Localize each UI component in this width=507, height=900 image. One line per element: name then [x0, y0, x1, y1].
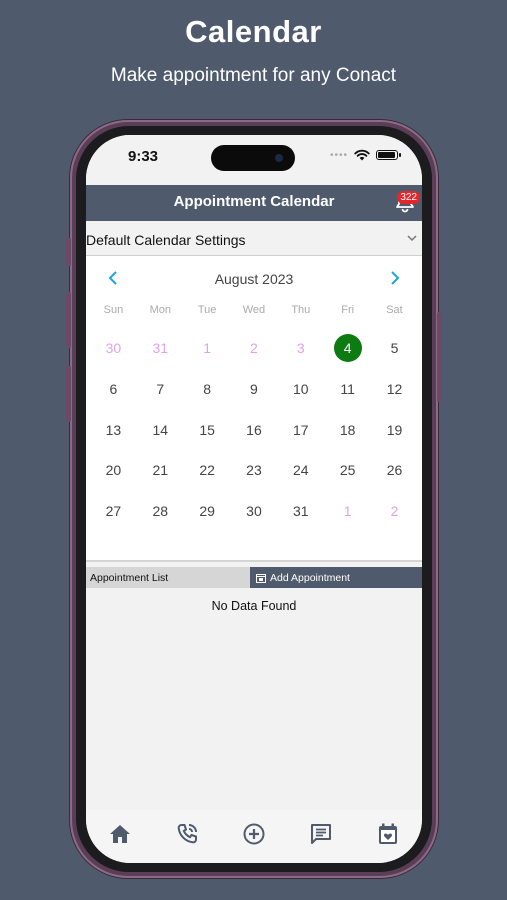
calendar-day[interactable]: 19 — [371, 416, 418, 444]
calendar-day[interactable]: 17 — [277, 416, 324, 444]
message-icon[interactable] — [309, 822, 333, 846]
phone-volume-down — [66, 366, 71, 422]
chevron-right-icon[interactable] — [388, 270, 402, 286]
phone-call-icon[interactable] — [175, 822, 199, 846]
calendar-day[interactable]: 25 — [324, 456, 371, 484]
promo-title: Calendar — [185, 14, 322, 49]
phone-power-button — [437, 312, 442, 402]
calendar-day[interactable]: 6 — [90, 375, 137, 403]
calendar-day[interactable]: 9 — [231, 375, 278, 403]
calendar-day[interactable]: 20 — [90, 456, 137, 484]
calendar-day[interactable]: 31 — [277, 497, 324, 525]
weekday-label: Wed — [242, 304, 266, 316]
calendar-day[interactable]: 29 — [184, 497, 231, 525]
calendar-day-selected[interactable]: 4 — [324, 334, 371, 363]
calendar: August 2023 Sun Mon Tue Wed Thu Fri Sat … — [86, 256, 422, 562]
add-appointment-label: Add Appointment — [270, 571, 350, 584]
calendar-day[interactable]: 11 — [324, 375, 371, 403]
status-time: 9:33 — [128, 148, 159, 165]
tab-add-appointment[interactable]: Add Appointment — [250, 567, 422, 588]
weekday-label: Sat — [386, 304, 403, 316]
app-header: Appointment Calendar 322 — [86, 185, 422, 221]
calendar-day[interactable]: 1 — [184, 334, 231, 362]
calendar-day[interactable]: 16 — [231, 416, 278, 444]
calendar-week: 13 14 15 16 17 18 19 — [90, 409, 418, 450]
calendar-day[interactable]: 26 — [371, 456, 418, 484]
calendar-day[interactable]: 1 — [324, 497, 371, 525]
month-label: August 2023 — [214, 271, 294, 287]
calendar-day[interactable]: 18 — [324, 416, 371, 444]
calendar-day[interactable]: 21 — [137, 456, 184, 484]
calendar-day[interactable]: 23 — [231, 456, 278, 484]
weekday-label: Tue — [197, 304, 217, 316]
appointment-tabs: Appointment List Add Appointment — [86, 567, 422, 588]
weekday-label: Fri — [341, 304, 355, 316]
calendar-settings-value: Default Calendar Settings — [86, 232, 246, 248]
calendar-day[interactable]: 2 — [371, 497, 418, 525]
calendar-grid: 30 31 1 2 3 4 5 6 7 8 9 10 11 12 13 14 1… — [90, 328, 418, 531]
calendar-day[interactable]: 27 — [90, 497, 137, 525]
calendar-day[interactable]: 10 — [277, 375, 324, 403]
add-circle-icon[interactable] — [242, 822, 266, 846]
calendar-week: 20 21 22 23 24 25 26 — [90, 450, 418, 491]
calendar-day[interactable]: 31 — [137, 334, 184, 362]
chevron-down-icon — [407, 235, 417, 242]
page-title: Appointment Calendar — [173, 193, 335, 210]
tab-appointment-list[interactable]: Appointment List — [86, 567, 250, 588]
weekday-label: Thu — [291, 304, 311, 316]
battery-icon — [376, 150, 401, 160]
calendar-add-icon — [256, 573, 266, 583]
calendar-day[interactable]: 24 — [277, 456, 324, 484]
weekday-label: Mon — [149, 304, 171, 316]
calendar-day[interactable]: 12 — [371, 375, 418, 403]
camera-icon — [275, 154, 283, 162]
notifications-button[interactable]: 322 — [394, 189, 420, 213]
calendar-day[interactable]: 28 — [137, 497, 184, 525]
phone-silent-switch — [66, 238, 71, 266]
calendar-settings-dropdown[interactable]: Default Calendar Settings — [86, 221, 422, 256]
calendar-day[interactable]: 5 — [371, 334, 418, 362]
calendar-day[interactable]: 8 — [184, 375, 231, 403]
dynamic-island — [211, 145, 295, 171]
calendar-heart-icon[interactable] — [376, 822, 400, 846]
calendar-week: 6 7 8 9 10 11 12 — [90, 369, 418, 410]
wifi-icon — [354, 149, 370, 161]
bottom-nav — [86, 810, 422, 863]
calendar-day[interactable]: 30 — [231, 497, 278, 525]
calendar-day[interactable]: 22 — [184, 456, 231, 484]
notification-badge: 322 — [397, 191, 420, 204]
weekday-header: Sun Mon Tue Wed Thu Fri Sat — [90, 304, 418, 316]
status-icons: •••• — [329, 149, 401, 161]
status-bar: 9:33 •••• — [86, 135, 422, 185]
empty-state-message: No Data Found — [211, 599, 297, 613]
calendar-day[interactable]: 14 — [137, 416, 184, 444]
calendar-day[interactable]: 2 — [231, 334, 278, 362]
calendar-day[interactable]: 3 — [277, 334, 324, 362]
calendar-day[interactable]: 30 — [90, 334, 137, 362]
phone-volume-up — [66, 292, 71, 348]
calendar-day[interactable]: 15 — [184, 416, 231, 444]
calendar-week: 27 28 29 30 31 1 2 — [90, 491, 418, 532]
calendar-day[interactable]: 13 — [90, 416, 137, 444]
weekday-label: Sun — [103, 304, 124, 316]
home-icon[interactable] — [108, 822, 132, 846]
promo-subtitle: Make appointment for any Conact — [110, 65, 397, 86]
phone-screen: 9:33 •••• Appointment Calendar 322 Defau… — [86, 135, 422, 863]
calendar-week: 30 31 1 2 3 4 5 — [90, 328, 418, 369]
cellular-dots-icon: •••• — [329, 149, 348, 161]
calendar-day[interactable]: 7 — [137, 375, 184, 403]
